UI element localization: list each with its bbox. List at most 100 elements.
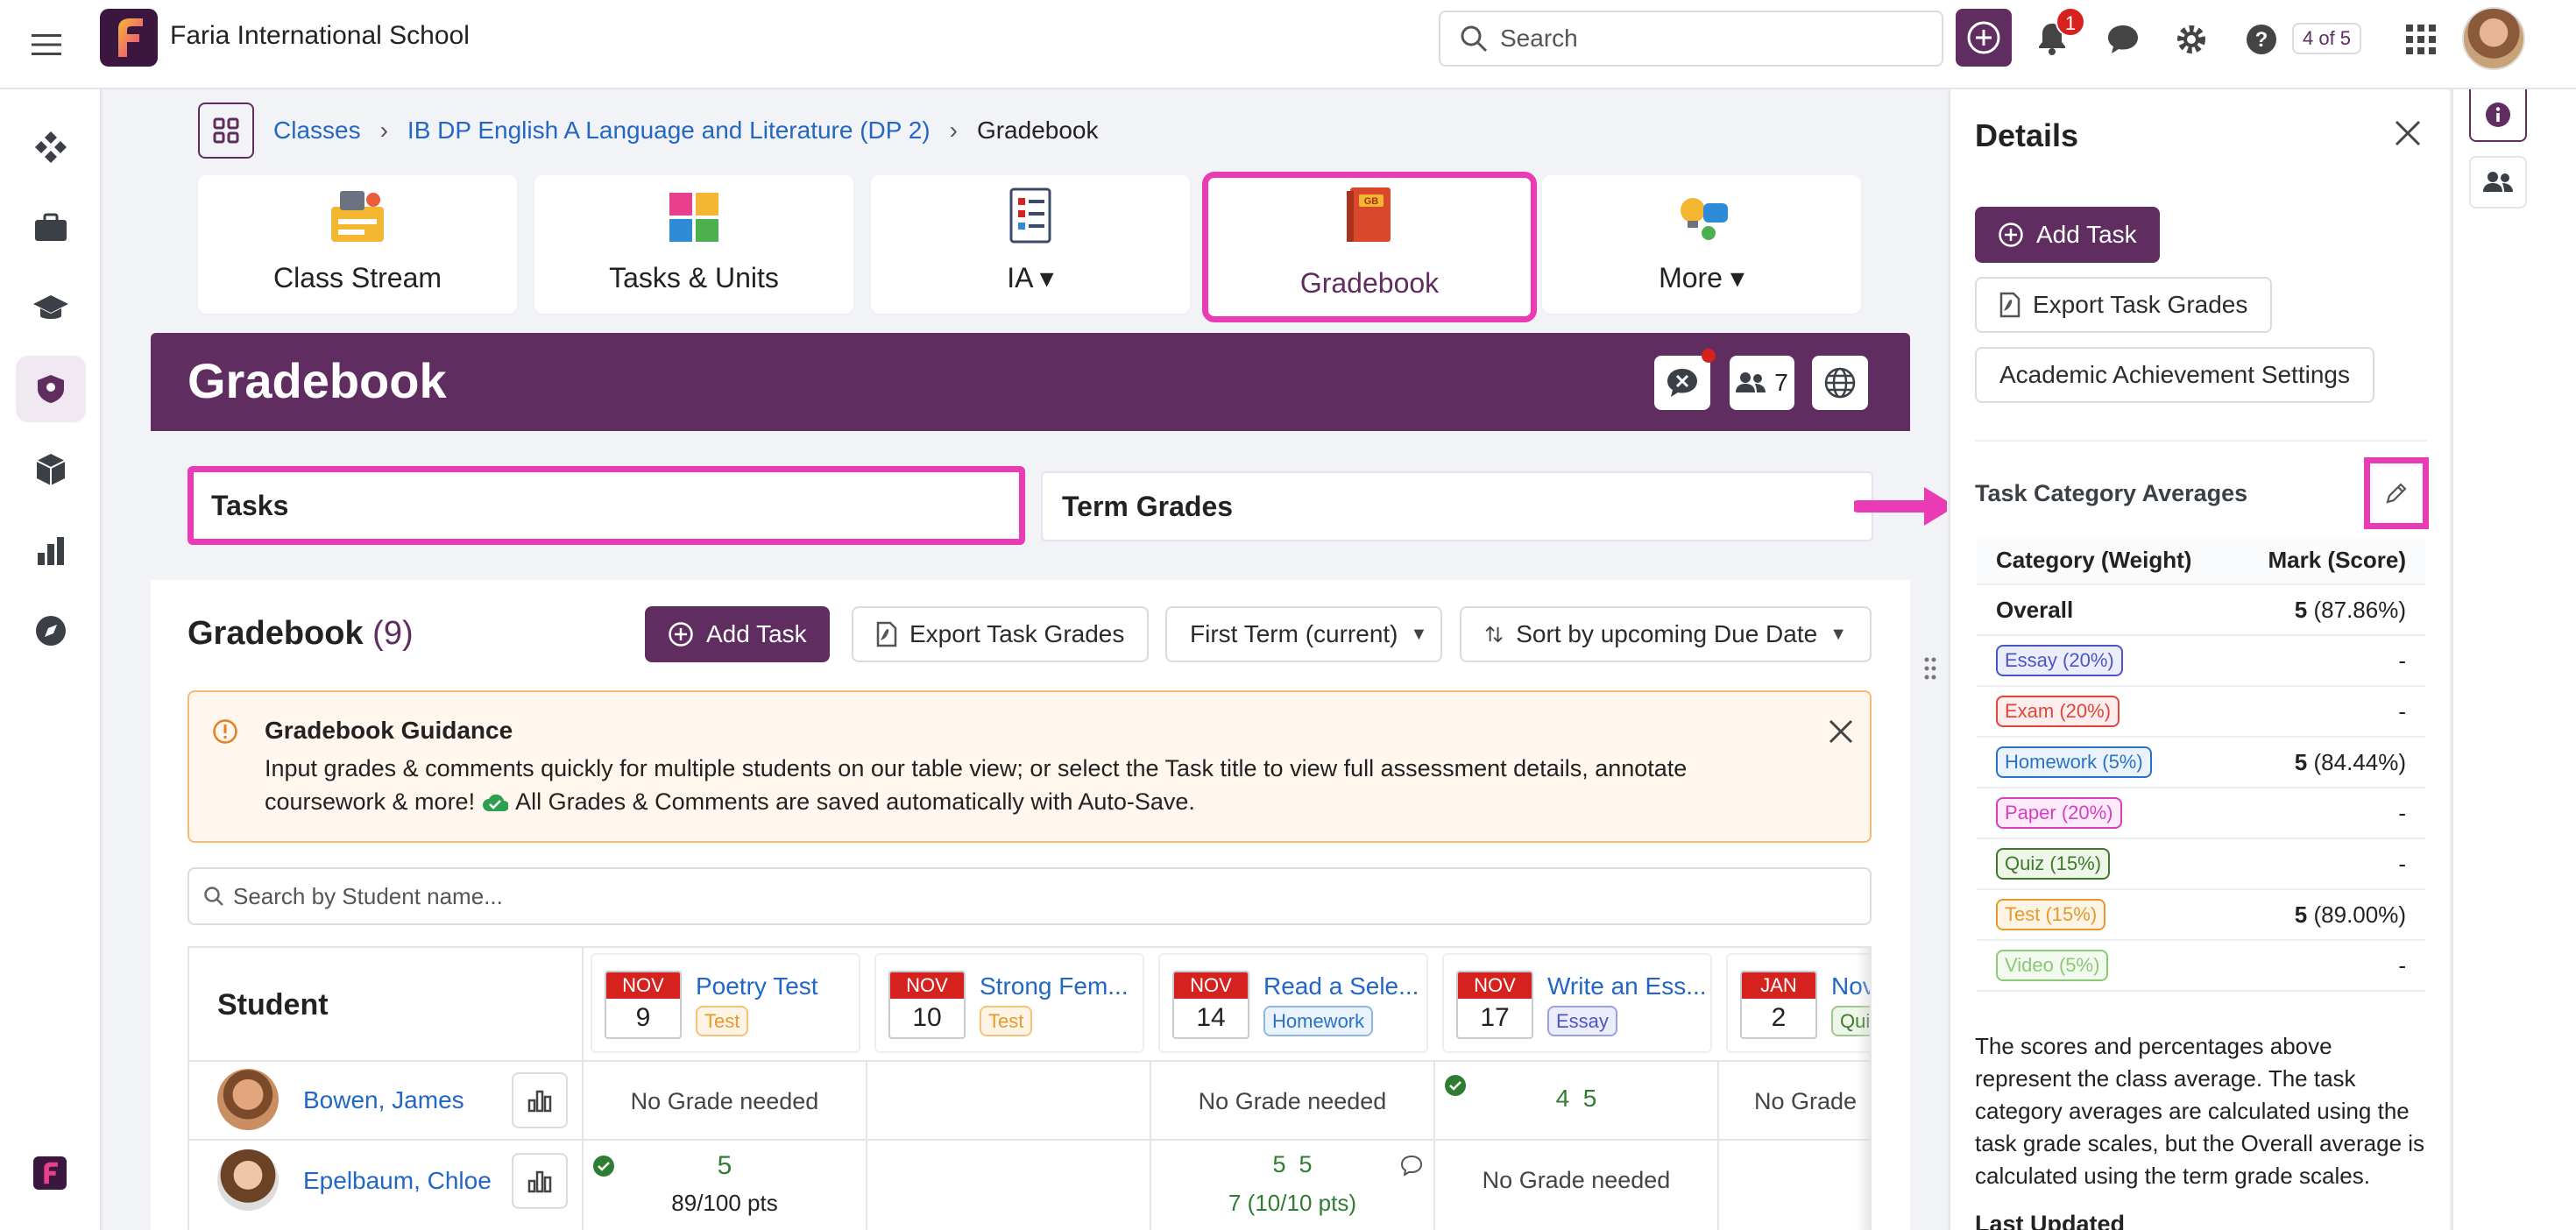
grade-cell[interactable]: 4 5 — [1435, 1085, 1717, 1113]
hamburger-menu-icon[interactable] — [25, 23, 68, 67]
school-name[interactable]: Faria International School — [170, 21, 470, 51]
gradebook-book-icon: GB — [1347, 187, 1391, 242]
task-header[interactable]: NOV 14 Read a Sele... Homework — [1158, 953, 1428, 1053]
help-button[interactable]: ? — [2240, 18, 2283, 61]
task-header[interactable]: NOV 9 Poetry Test Test — [591, 953, 860, 1053]
messages-button[interactable] — [2101, 18, 2145, 61]
task-header[interactable]: NOV 17 Write an Ess... Essay — [1442, 953, 1712, 1053]
gradebook-header: Gradebook 7 — [151, 333, 1910, 431]
card-gradebook[interactable]: GB Gradebook — [1202, 172, 1537, 322]
due-month: JAN — [1742, 972, 1815, 999]
grade-cell[interactable]: No Grade needed — [1151, 1088, 1433, 1115]
details-title: Details — [1975, 117, 2079, 153]
settings-button[interactable] — [2169, 18, 2213, 61]
export-task-grades-button[interactable]: Export Task Grades — [852, 606, 1150, 662]
nav-reports[interactable] — [16, 517, 86, 583]
student-stats-button[interactable] — [512, 1153, 568, 1209]
tab-term-grades[interactable]: Term Grades — [1041, 471, 1873, 541]
add-task-button[interactable]: Add Task — [645, 606, 830, 662]
global-search[interactable]: Search — [1439, 11, 1943, 67]
grade-cell[interactable]: No Grade needed — [1435, 1167, 1717, 1194]
academic-achievement-settings-button[interactable]: Academic Achievement Settings — [1975, 347, 2374, 403]
term-select[interactable]: First Term (current) ▼ — [1165, 606, 1442, 662]
pdf-file-icon — [876, 621, 897, 647]
averages-header-row: Category (Weight) Mark (Score) — [1977, 536, 2425, 585]
task-title[interactable]: Poetry Test — [696, 972, 818, 1000]
language-button[interactable] — [1812, 356, 1868, 410]
drag-handle-icon[interactable] — [1924, 657, 1936, 680]
students-button[interactable]: 7 — [1730, 356, 1794, 410]
comment-icon[interactable] — [1400, 1155, 1423, 1176]
nav-units[interactable] — [16, 436, 86, 503]
grade-cell[interactable]: 5 5 — [1151, 1151, 1433, 1178]
nav-dashboard[interactable] — [16, 114, 86, 180]
card-ia[interactable]: IA ▾ — [871, 175, 1190, 314]
card-label: Tasks & Units — [609, 262, 779, 293]
category-score: - — [2398, 850, 2406, 877]
student-name[interactable]: Epelbaum, Chloe — [303, 1167, 492, 1195]
category-tag: Test (15%) — [1996, 899, 2106, 930]
bar-chart-icon — [527, 1170, 552, 1193]
details-panel: Details Add Task Export Task Grades Acad… — [1949, 89, 2450, 1230]
card-label: IA ▾ — [1007, 262, 1054, 293]
tab-tasks[interactable]: Tasks — [188, 466, 1025, 545]
card-more[interactable]: More ▾ — [1542, 175, 1861, 314]
top-bar: Faria International School Search 1 ? 4 … — [0, 0, 2576, 89]
breadcrumb-classes[interactable]: Classes — [273, 117, 361, 145]
grade-cell[interactable]: No Grade — [1719, 1088, 1870, 1115]
close-icon[interactable] — [2394, 119, 2422, 147]
task-header[interactable]: JAN2 Nov Qui — [1726, 953, 1870, 1053]
grade-points: 89/100 pts — [671, 1190, 778, 1216]
nav-portfolio[interactable] — [16, 194, 86, 261]
sort-select[interactable]: Sort by upcoming Due Date ▼ — [1460, 606, 1872, 662]
card-class-stream[interactable]: Class Stream — [198, 175, 517, 314]
gradebook-count: (9) — [372, 615, 414, 652]
nav-classes[interactable] — [16, 275, 86, 342]
category-mark: 5 — [2294, 748, 2308, 775]
pager-badge[interactable]: 4 of 5 — [2292, 23, 2362, 54]
cloud-check-icon — [483, 794, 509, 811]
due-date: NOV 9 — [605, 971, 682, 1039]
apps-grid-button[interactable] — [2401, 19, 2441, 60]
people-icon — [1736, 372, 1766, 392]
nav-explore[interactable] — [16, 597, 86, 664]
grade-cell[interactable]: No Grade needed — [584, 1088, 866, 1115]
student-stats-button[interactable] — [512, 1072, 568, 1128]
student-search[interactable]: Search by Student name... — [188, 867, 1872, 925]
card-label: Class Stream — [272, 262, 442, 293]
grade-cell[interactable]: 5 — [584, 1151, 866, 1181]
task-title[interactable]: Strong Fem... — [980, 972, 1129, 1000]
class-grid-button[interactable] — [198, 102, 254, 159]
details-add-task-button[interactable]: Add Task — [1975, 207, 2160, 263]
details-toggle-button[interactable] — [2469, 89, 2527, 142]
class-stream-icon — [331, 191, 384, 242]
task-title[interactable]: Write an Ess... — [1547, 972, 1707, 1000]
category-value: - — [2398, 800, 2406, 827]
class-chat-button[interactable] — [1654, 356, 1710, 410]
due-day: 14 — [1196, 1003, 1226, 1032]
close-icon[interactable] — [1828, 718, 1854, 745]
card-label: Gradebook — [1299, 267, 1440, 299]
export-label: Export Task Grades — [2033, 291, 2248, 318]
student-name[interactable]: Bowen, James — [303, 1086, 464, 1114]
guidance-title: Gradebook Guidance — [265, 717, 513, 744]
school-logo[interactable] — [100, 9, 158, 67]
create-button[interactable] — [1956, 9, 2012, 67]
details-export-button[interactable]: Export Task Grades — [1975, 277, 2273, 333]
search-placeholder: Search — [1500, 25, 1578, 52]
people-panel-button[interactable] — [2469, 156, 2527, 209]
nav-active-class[interactable] — [16, 356, 86, 422]
edit-averages-button[interactable] — [2364, 457, 2429, 529]
card-tasks-units[interactable]: Tasks & Units — [534, 175, 853, 314]
faria-logo-small[interactable] — [33, 1156, 67, 1190]
gradebook-panel: Gradebook (9) Add Task Export Task Grade… — [151, 580, 1910, 1230]
chevron-right-icon: › — [949, 117, 958, 144]
category-value: 5 (84.44%) — [2295, 749, 2406, 776]
user-avatar[interactable] — [2462, 7, 2525, 70]
task-header[interactable]: NOV 10 Strong Fem... Test — [874, 953, 1144, 1053]
task-title[interactable]: Read a Sele... — [1263, 972, 1419, 1000]
averages-row-category: Quiz (15%) - — [1977, 839, 2425, 890]
breadcrumb-class-name[interactable]: IB DP English A Language and Literature … — [407, 117, 931, 145]
averages-row-overall: Overall 5 (87.86%) — [1977, 585, 2425, 636]
page-title: Gradebook — [188, 353, 447, 408]
